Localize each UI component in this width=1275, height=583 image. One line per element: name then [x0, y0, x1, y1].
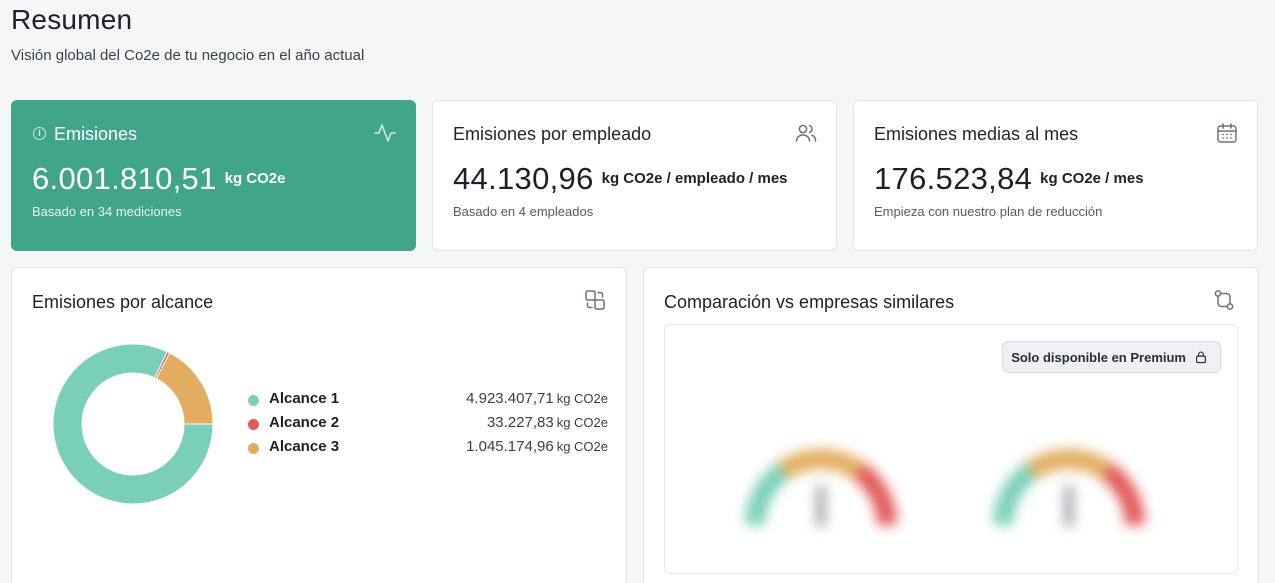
legend-item: Alcance 1 4.923.407,71 kg CO2e — [248, 389, 608, 413]
legend-value-wrap: 33.227,83 kg CO2e — [487, 414, 608, 431]
scope-emissions-panel: Emisiones por alcance Alcance 1 4.923.40… — [11, 267, 627, 583]
kpi-card-monthly-average: Emisiones medias al mes 176.523,84 kg CO… — [853, 100, 1258, 251]
page-title: Resumen — [11, 4, 133, 35]
kpi-note: Empieza con nuestro plan de reducción — [874, 204, 1103, 219]
legend-name: Alcance 1 — [269, 390, 340, 407]
kpi-title: Emisiones por empleado — [453, 124, 652, 144]
panel-title: Comparación vs empresas similares — [664, 292, 955, 312]
premium-badge[interactable]: Solo disponible en Premium — [1002, 341, 1221, 373]
premium-badge-label: Solo disponible en Premium — [1011, 349, 1186, 365]
legend-value: 33.227,83 — [486, 414, 554, 431]
kpi-card-per-employee: Emisiones por empleado 44.130,96 kg CO2e… — [432, 100, 837, 251]
kpi-title: Emisiones — [54, 124, 138, 144]
kpi-value: 176.523,84 — [874, 161, 1033, 196]
kpi-value: 44.130,96 — [453, 161, 594, 196]
activity-icon — [374, 124, 396, 142]
git-compare-icon[interactable] — [1212, 288, 1236, 312]
users-icon — [795, 124, 817, 142]
legend-dot — [248, 395, 259, 406]
legend-name: Alcance 2 — [269, 414, 340, 431]
kpi-unit: kg CO2e / mes — [1040, 170, 1144, 187]
legend-unit: kg CO2e — [556, 439, 608, 454]
kpi-title: Emisiones medias al mes — [874, 124, 1079, 144]
legend-dot — [248, 443, 259, 454]
page-subtitle: Visión global del Co2e de tu negocio en … — [11, 47, 365, 64]
panel-title: Emisiones por alcance — [32, 292, 214, 312]
kpi-unit: kg CO2e — [224, 170, 286, 187]
kpi-value: 6.001.810,51 — [32, 161, 217, 196]
kpi-unit: kg CO2e / empleado / mes — [601, 170, 788, 187]
scope-legend: Alcance 1 4.923.407,71 kg CO2e Alcance 2 … — [248, 389, 608, 461]
comparison-preview: Solo disponible en Premium — [664, 324, 1238, 574]
legend-item: Alcance 2 33.227,83 kg CO2e — [248, 413, 608, 437]
legend-unit: kg CO2e — [556, 391, 608, 406]
comparison-panel: Comparación vs empresas similares Solo d… — [643, 267, 1259, 583]
convert-icon[interactable] — [583, 288, 607, 312]
legend-value-wrap: 1.045.174,96 kg CO2e — [466, 438, 608, 455]
legend-unit: kg CO2e — [556, 415, 608, 430]
calendar-icon — [1217, 123, 1237, 143]
legend-value: 4.923.407,71 — [466, 390, 554, 407]
info-icon[interactable]: i — [33, 127, 46, 140]
kpi-note: Basado en 4 empleados — [453, 204, 594, 219]
kpi-note: Basado en 34 mediciones — [32, 204, 182, 219]
legend-value-wrap: 4.923.407,71 kg CO2e — [466, 390, 608, 407]
legend-value: 1.045.174,96 — [466, 438, 554, 455]
lock-icon — [1196, 351, 1206, 364]
kpi-card-emissions: i Emisiones 6.001.810,51 kg CO2e Basado … — [11, 100, 416, 251]
legend-dot — [248, 419, 259, 430]
legend-item: Alcance 3 1.045.174,96 kg CO2e — [248, 437, 608, 461]
donut-slice-3[interactable] — [155, 352, 214, 425]
legend-name: Alcance 3 — [269, 438, 340, 455]
scope-donut-chart — [52, 343, 214, 505]
